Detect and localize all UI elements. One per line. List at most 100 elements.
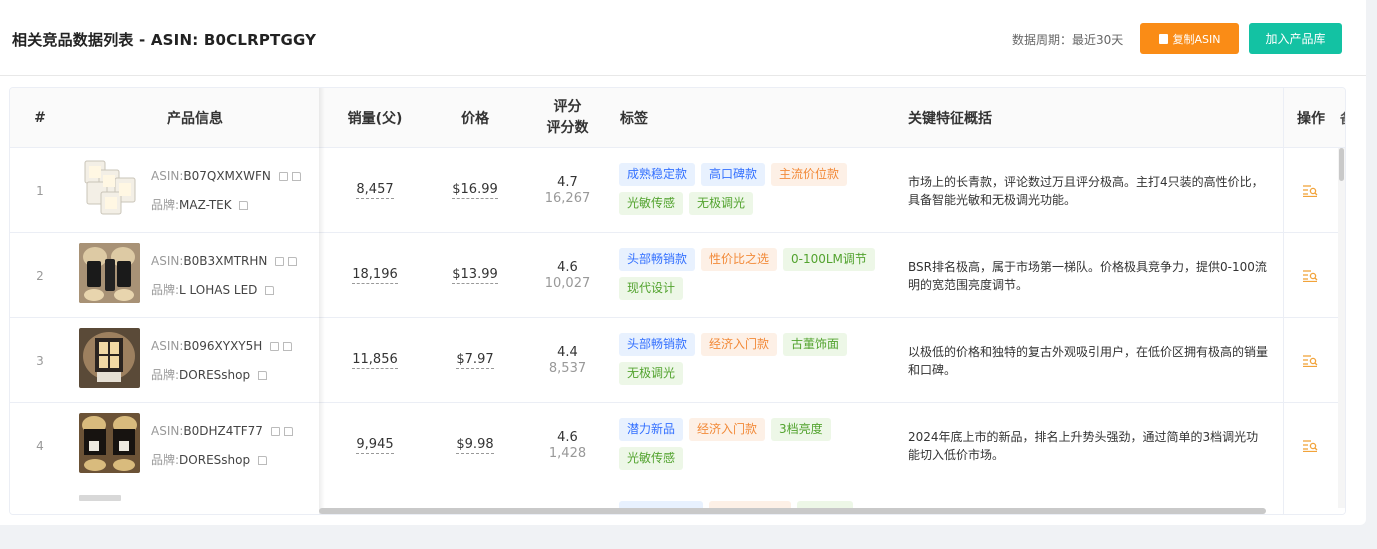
external-link-icon[interactable] xyxy=(265,286,275,295)
sales-value[interactable]: 18,196 xyxy=(352,267,398,284)
tag: 无极调光 xyxy=(619,362,684,385)
row-index: 4 xyxy=(36,438,44,453)
sales-value[interactable]: 8,457 xyxy=(356,182,394,199)
tag: 头部畅销款 xyxy=(619,333,696,356)
tag: 头部畅销款 xyxy=(619,248,696,271)
col-header-rating-count-label: 评分数 xyxy=(546,120,589,136)
vertical-scrollbar-thumb[interactable] xyxy=(1339,148,1344,181)
asin-line: ASIN:B0DHZ4TF77 xyxy=(151,424,293,438)
external-link-icon[interactable] xyxy=(283,427,293,436)
brand-value[interactable]: DORESshop xyxy=(179,453,250,467)
price-value[interactable]: $7.97 xyxy=(456,352,494,369)
external-link-icon[interactable] xyxy=(291,172,301,181)
summary-text: 市场上的长青款，评论数过万且评分极高。主打4只装的高性价比，具备智能光敏和无极调… xyxy=(908,175,1264,207)
detail-list-icon[interactable] xyxy=(1303,182,1319,198)
horizontal-scrollbar-thumb[interactable] xyxy=(319,508,1266,514)
sales-value[interactable]: 11,856 xyxy=(352,352,398,369)
tags-cell: 头部畅销款 性价比之选 0-100LM调节 现代设计 xyxy=(619,248,889,304)
price-cell: $13.99 xyxy=(430,233,520,318)
sales-cell: 9,945 xyxy=(320,403,430,488)
product-thumbnail[interactable] xyxy=(79,413,140,473)
col-header-price: 价格 xyxy=(461,111,489,127)
sales-value[interactable]: 9,945 xyxy=(356,437,394,454)
tag: 光敏传感 xyxy=(619,192,684,215)
asin-value[interactable]: B0DHZ4TF77 xyxy=(183,424,263,438)
table-row: 2 ASIN:B0B3XMTRHN 品牌:L LOHAS LED 18,196 xyxy=(10,233,1345,318)
brand-prefix: 品牌: xyxy=(151,453,180,467)
external-link-icon[interactable] xyxy=(257,456,267,465)
data-period-label: 数据周期：最近30天 xyxy=(1012,33,1124,47)
table-header: # 产品信息 销量(父) 价格 评分 评分数 标签 关键特征概括 操作 备 xyxy=(10,88,1345,148)
detail-list-icon[interactable] xyxy=(1303,352,1319,368)
tags-cell: 潜力新品 经济入门款 3档亮度 光敏传感 xyxy=(619,418,889,474)
asin-value[interactable]: B07QXMXWFN xyxy=(183,169,271,183)
brand-value[interactable]: MAZ-TEK xyxy=(179,198,232,212)
external-link-icon[interactable] xyxy=(239,201,249,210)
add-to-library-button[interactable]: 加入产品库 xyxy=(1249,23,1342,54)
page-title: 相关竞品数据列表 - ASIN: B0CLRPTGGY xyxy=(12,31,317,49)
brand-line: 品牌:DORESshop xyxy=(151,451,267,468)
asin-prefix: ASIN: xyxy=(151,254,184,268)
brand-prefix: 品牌: xyxy=(151,283,180,297)
col-header-sales: 销量(父) xyxy=(347,111,403,127)
tag: 成熟稳定款 xyxy=(619,163,696,186)
detail-list-icon[interactable] xyxy=(1303,437,1319,453)
copy-asin-label: 复制ASIN xyxy=(1172,32,1221,46)
table-row: 3 ASIN:B096XYXY5H 品牌:DORESshop 11,856 $7… xyxy=(10,318,1345,403)
external-link-icon[interactable] xyxy=(288,257,298,266)
tag: 0-100LM调节 xyxy=(783,248,875,271)
rating-value: 4.6 xyxy=(557,429,578,445)
summary-text: 以极低的价格和独特的复古外观吸引用户，在低价区拥有极高的销量和口碑。 xyxy=(908,345,1269,377)
tags-cell: 头部畅销款 经济入门款 古董饰面 无极调光 xyxy=(619,333,889,389)
col-header-extra-partial: 备 xyxy=(1340,108,1345,127)
external-link-icon[interactable] xyxy=(257,371,267,380)
tag: 光敏传感 xyxy=(619,447,684,470)
copy-icon[interactable] xyxy=(278,172,288,181)
summary-text: 2024年底上市的新品，排名上升势头强劲，通过简单的3档调光功能切入低价市场。 xyxy=(908,430,1259,462)
brand-line: 品牌:L LOHAS LED xyxy=(151,281,275,298)
price-value[interactable]: $16.99 xyxy=(452,182,498,199)
asin-value[interactable]: B096XYXY5H xyxy=(183,339,262,353)
col-header-rating: 评分 评分数 xyxy=(520,88,615,148)
row-index: 2 xyxy=(36,268,44,283)
document-copy-icon xyxy=(1158,33,1168,44)
fixed-right-divider xyxy=(1283,88,1284,514)
asin-line: ASIN:B0B3XMTRHN xyxy=(151,254,298,268)
tag: 高口碑款 xyxy=(701,163,766,186)
brand-value[interactable]: L LOHAS LED xyxy=(179,283,257,297)
competitor-table: # 产品信息 销量(父) 价格 评分 评分数 标签 关键特征概括 操作 备 1 xyxy=(9,87,1346,515)
copy-icon[interactable] xyxy=(270,342,280,351)
copy-icon[interactable] xyxy=(270,427,280,436)
sales-cell: 8,457 xyxy=(320,148,430,233)
external-link-icon[interactable] xyxy=(283,342,293,351)
rating-value: 4.7 xyxy=(557,174,578,190)
copy-asin-button[interactable]: 复制ASIN xyxy=(1140,23,1239,54)
product-thumbnail[interactable] xyxy=(79,243,140,303)
table-row: 1 ASIN:B07QXMXWFN 品牌:MAZ-TEK 8,457 $16.9… xyxy=(10,148,1345,233)
asin-value[interactable]: B0B3XMTRHN xyxy=(183,254,267,268)
col-header-product: 产品信息 xyxy=(167,111,223,127)
brand-value[interactable]: DORESshop xyxy=(179,368,250,382)
product-thumbnail[interactable] xyxy=(79,328,140,388)
tag: 经济入门款 xyxy=(689,418,766,441)
product-thumbnail[interactable] xyxy=(79,158,140,218)
tag: 现代设计 xyxy=(619,277,684,300)
price-value[interactable]: $13.99 xyxy=(452,267,498,284)
col-header-index: # xyxy=(34,110,46,126)
col-header-summary: 关键特征概括 xyxy=(908,111,992,127)
tag: 无极调光 xyxy=(689,192,754,215)
col-header-action: 操作 xyxy=(1297,111,1325,127)
price-value[interactable]: $9.98 xyxy=(456,437,494,454)
asin-prefix: ASIN: xyxy=(151,169,184,183)
col-header-rating-label: 评分 xyxy=(553,99,582,115)
vertical-scrollbar-track[interactable] xyxy=(1338,148,1345,508)
copy-icon[interactable] xyxy=(275,257,285,266)
sales-cell: 18,196 xyxy=(320,233,430,318)
price-cell: $7.97 xyxy=(430,318,520,403)
asin-line: ASIN:B07QXMXWFN xyxy=(151,169,301,183)
rating-cell: 4.4 8,537 xyxy=(520,318,615,403)
col-header-tags: 标签 xyxy=(620,111,648,127)
detail-list-icon[interactable] xyxy=(1303,267,1319,283)
rating-count: 8,537 xyxy=(548,360,587,376)
tag: 古董饰面 xyxy=(783,333,848,356)
